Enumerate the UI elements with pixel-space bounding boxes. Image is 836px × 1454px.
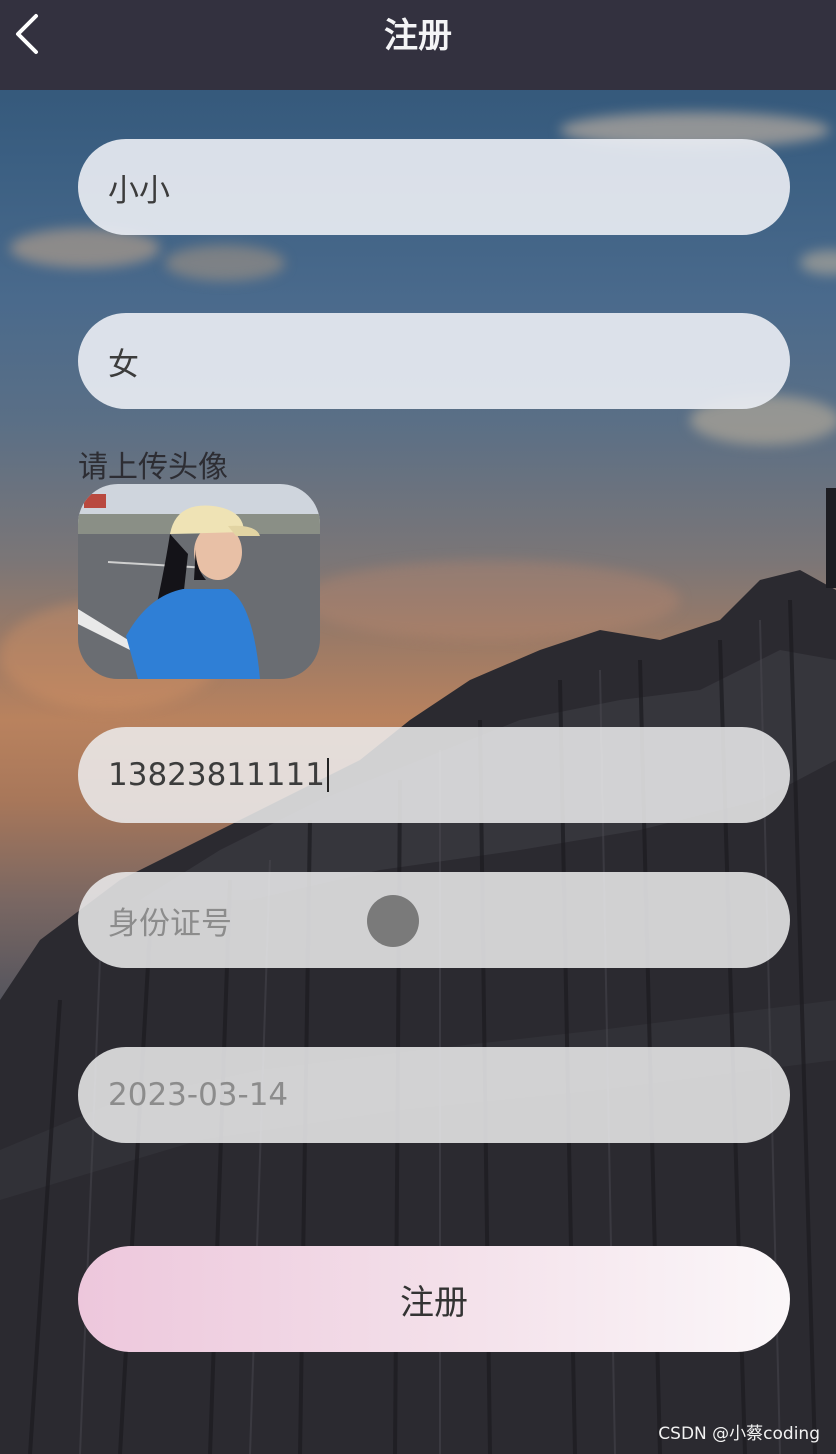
touch-indicator [367, 895, 419, 947]
register-button[interactable]: 注册 [78, 1246, 790, 1352]
watermark: CSDN @小蔡coding [658, 1424, 820, 1444]
phone-input[interactable]: 13823811111 [78, 727, 790, 823]
top-nav-bar: 注册 [0, 0, 836, 90]
id-number-input[interactable]: 身份证号 [78, 872, 790, 968]
name-input-value: 小小 [108, 172, 170, 209]
phone-input-value: 13823811111 [108, 757, 325, 793]
gender-input-value: 女 [108, 346, 139, 383]
name-input[interactable]: 小小 [78, 139, 790, 235]
avatar-upload-image[interactable] [78, 484, 320, 679]
birthdate-value: 2023-03-14 [108, 1077, 289, 1113]
text-cursor [326, 758, 329, 792]
birthdate-input[interactable]: 2023-03-14 [78, 1047, 790, 1143]
gender-input[interactable]: 女 [78, 313, 790, 409]
avatar-upload-label: 请上传头像 [78, 450, 228, 485]
id-number-placeholder: 身份证号 [108, 905, 232, 942]
page-title: 注册 [384, 16, 452, 56]
register-screen: 注册 小小 女 请上传头像 13823811111 身份证号 2023-03-1… [0, 0, 836, 1454]
